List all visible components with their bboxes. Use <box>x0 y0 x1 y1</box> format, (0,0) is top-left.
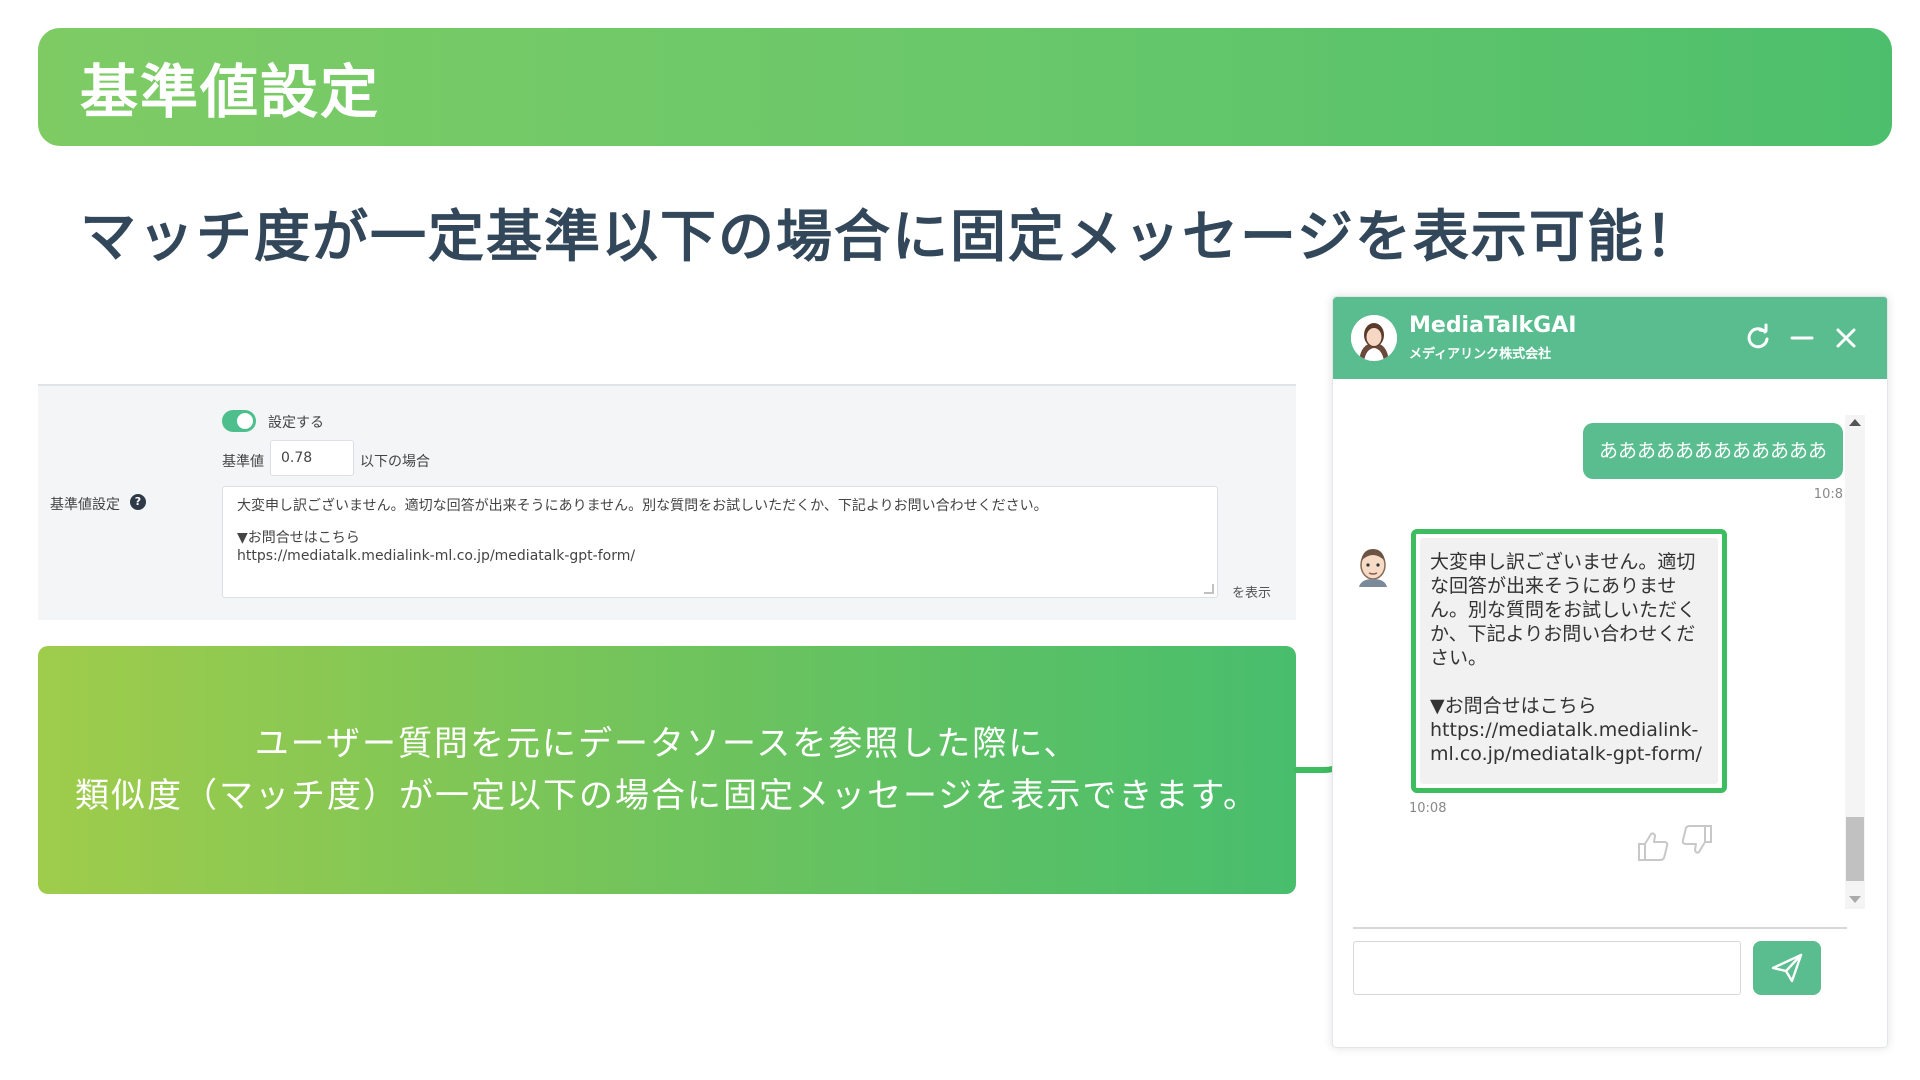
message-line: https://mediatalk.medialink-ml.co.jp/med… <box>237 548 636 564</box>
user-message-time: 10:8 <box>1813 487 1843 502</box>
description-box: ユーザー質問を元にデータソースを参照した際に、 類似度（マッチ度）が一定以下の場… <box>38 646 1296 894</box>
below-label: 以下の場合 <box>360 454 430 470</box>
send-icon <box>1771 953 1803 983</box>
threshold-input[interactable]: 0.78 <box>270 440 354 476</box>
toggle-label: 設定する <box>268 415 324 431</box>
chat-company: メディアリンク株式会社 <box>1409 347 1552 362</box>
chat-widget: MediaTalkGAI メディアリンク株式会社 ああああああああああああ 10… <box>1332 296 1888 1048</box>
send-button[interactable] <box>1753 941 1821 995</box>
scroll-up-icon[interactable] <box>1849 419 1861 426</box>
resize-handle[interactable] <box>1204 584 1214 594</box>
thumbs-down-icon[interactable] <box>1679 823 1715 857</box>
description-line: 類似度（マッチ度）が一定以下の場合に固定メッセージを表示できます。 <box>75 776 1259 816</box>
scroll-thumb[interactable] <box>1846 817 1864 881</box>
bot-avatar-icon <box>1359 549 1387 587</box>
close-icon[interactable] <box>1829 321 1863 355</box>
chat-title: MediaTalkGAI <box>1409 313 1577 338</box>
enable-toggle[interactable] <box>222 410 256 432</box>
operator-avatar-icon <box>1351 315 1397 361</box>
slide-subtitle: マッチ度が一定基準以下の場合に固定メッセージを表示可能！ <box>80 205 1703 270</box>
bot-message-time: 10:08 <box>1409 801 1447 816</box>
user-message-bubble: ああああああああああああ <box>1582 423 1843 479</box>
chat-messages: ああああああああああああ 10:8 大変申し訳ございません。適切な回答が出来そう… <box>1333 379 1887 919</box>
chat-header: MediaTalkGAI メディアリンク株式会社 <box>1333 297 1887 379</box>
bot-message-bubble: 大変申し訳ございません。適切な回答が出来そうにありません。別な質問をお試しいただ… <box>1411 529 1727 793</box>
title-banner: 基準値設定 <box>38 28 1892 146</box>
scroll-down-icon[interactable] <box>1849 896 1861 903</box>
slide-title: 基準値設定 <box>80 58 381 126</box>
settings-panel: 設定する 基準値 0.78 以下の場合 基準値設定 ? 大変申し訳ございません。… <box>38 384 1296 620</box>
display-label: を表示 <box>1232 586 1272 601</box>
fixed-message-textarea[interactable]: 大変申し訳ございません。適切な回答が出来そうにありません。別な質問をお試しいただ… <box>222 486 1218 598</box>
chat-scrollbar[interactable] <box>1845 415 1865 909</box>
toggle-knob <box>237 413 253 429</box>
help-icon[interactable]: ? <box>130 494 146 510</box>
threshold-label: 基準値 <box>222 454 264 470</box>
thumbs-up-icon[interactable] <box>1635 829 1671 863</box>
message-line: 大変申し訳ございません。適切な回答が出来そうにありません。別な質問をお試しいただ… <box>237 498 1048 514</box>
bot-message-text: 大変申し訳ございません。適切な回答が出来そうにありません。別な質問をお試しいただ… <box>1420 538 1718 784</box>
refresh-icon[interactable] <box>1741 321 1775 355</box>
minimize-icon[interactable] <box>1785 321 1819 355</box>
threshold-setting-label: 基準値設定 <box>50 497 120 513</box>
description-line: ユーザー質問を元にデータソースを参照した際に、 <box>254 724 1080 764</box>
input-divider <box>1353 927 1847 929</box>
message-line: ▼お問合せはこちら <box>237 530 360 546</box>
chat-input[interactable] <box>1353 941 1741 995</box>
